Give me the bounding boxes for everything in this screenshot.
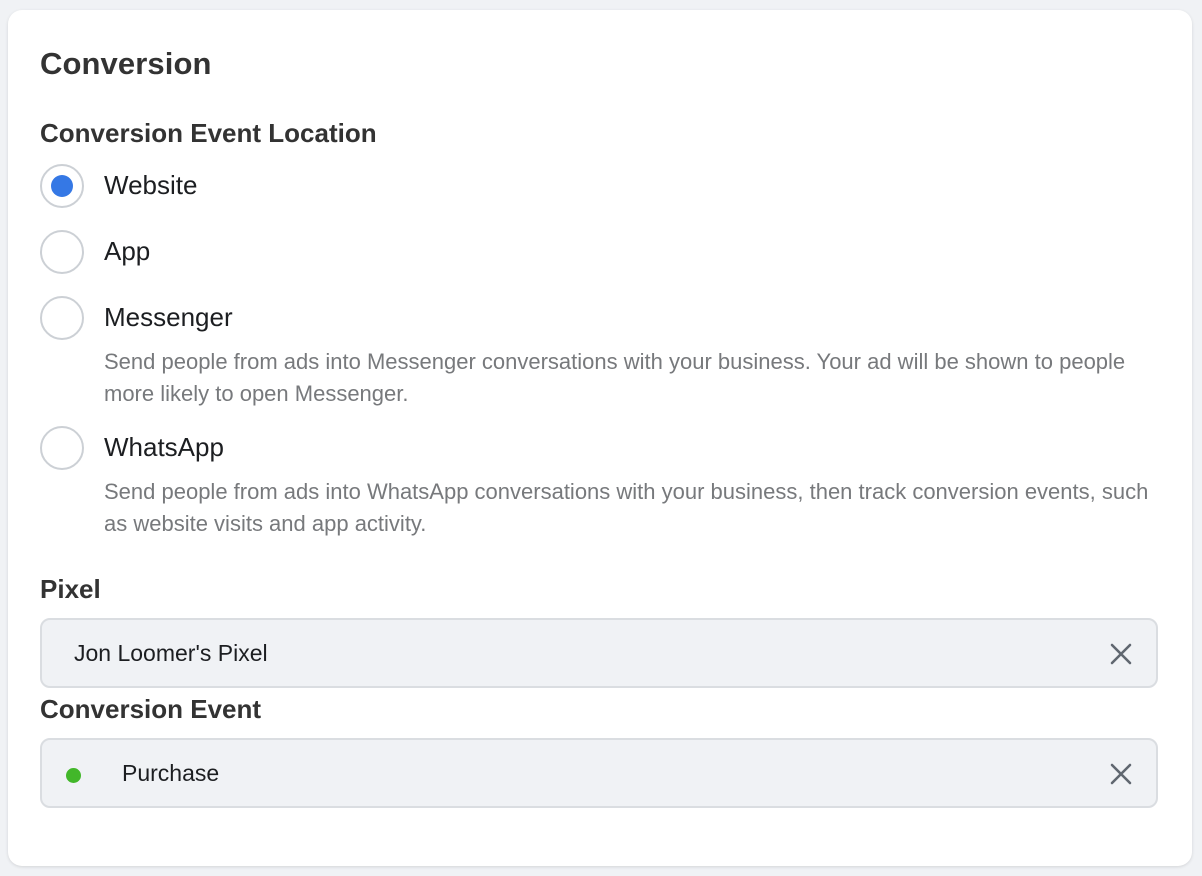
radio-label-website: Website	[104, 170, 198, 200]
pixel-clear-icon[interactable]	[1108, 641, 1134, 667]
conversion-event-location-label: Conversion Event Location	[40, 118, 377, 148]
conversion-event-clear-icon[interactable]	[1108, 761, 1134, 787]
pixel-label: Pixel	[40, 574, 101, 604]
section-title: Conversion	[40, 46, 212, 81]
pixel-select[interactable]: Jon Loomer's Pixel	[40, 618, 1158, 688]
radio-label-whatsapp: WhatsApp	[104, 432, 224, 462]
conversion-event-value: Purchase	[122, 760, 220, 786]
radio-label-messenger: Messenger	[104, 302, 233, 332]
pixel-select-value: Jon Loomer's Pixel	[74, 640, 268, 666]
radio-whatsapp[interactable]	[40, 426, 84, 470]
radio-description-whatsapp: Send people from ads into WhatsApp conve…	[104, 479, 1149, 536]
radio-option-app[interactable]: App	[40, 230, 1170, 276]
status-dot-icon	[66, 768, 81, 783]
radio-messenger[interactable]	[40, 296, 84, 340]
radio-option-messenger[interactable]: Messenger Send people from ads into Mess…	[40, 296, 1170, 412]
radio-label-app: App	[104, 236, 151, 266]
conversion-event-select[interactable]: Purchase	[40, 738, 1158, 808]
radio-description-messenger: Send people from ads into Messenger conv…	[104, 349, 1126, 406]
radio-option-website[interactable]: Website	[40, 164, 1170, 210]
radio-website[interactable]	[40, 164, 84, 208]
conversion-event-label: Conversion Event	[40, 694, 262, 724]
radio-app[interactable]	[40, 230, 84, 274]
radio-option-whatsapp[interactable]: WhatsApp Send people from ads into Whats…	[40, 426, 1170, 542]
conversion-card: Conversion Conversion Event Location Web…	[8, 10, 1192, 866]
